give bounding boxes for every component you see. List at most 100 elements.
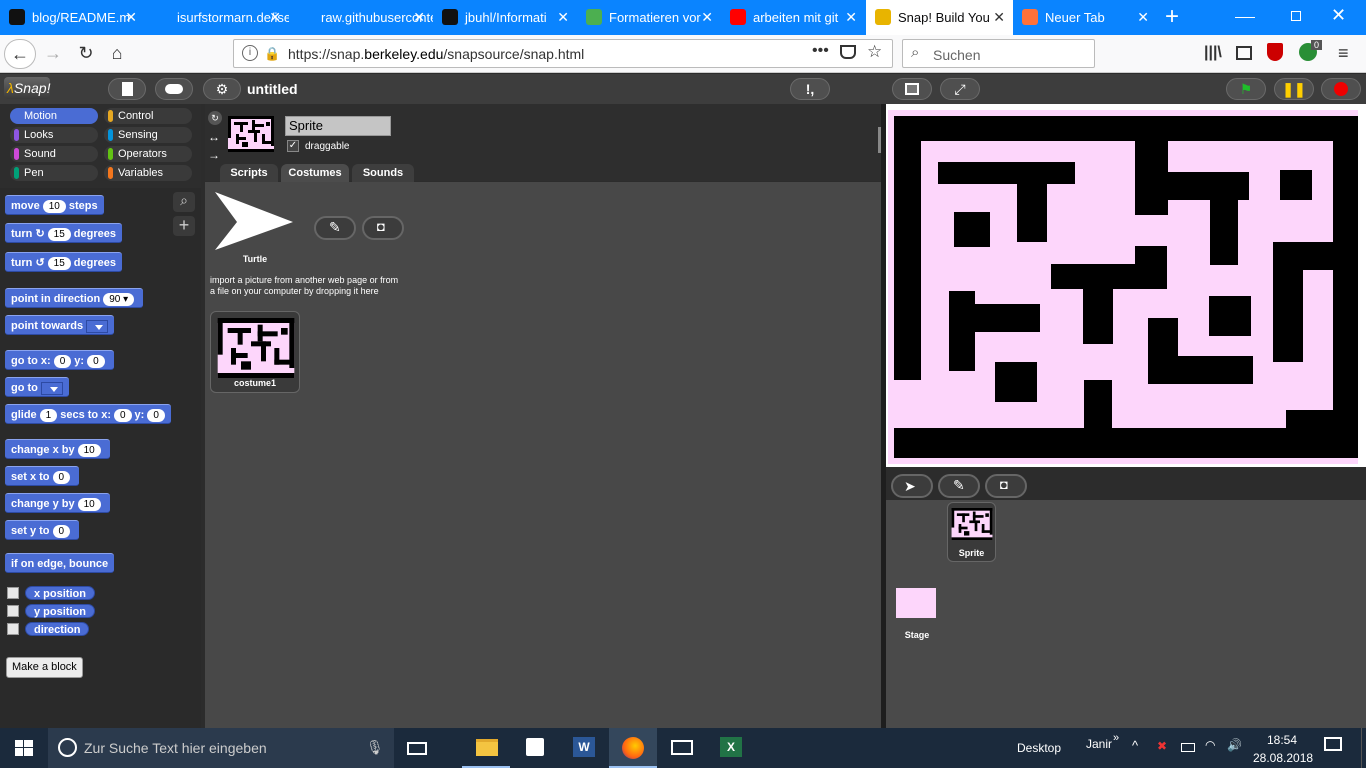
desktop-toolbar-label[interactable]: Desktop	[1017, 741, 1061, 755]
clock-date[interactable]: 28.08.2018	[1253, 751, 1313, 765]
category-control[interactable]: Control	[104, 108, 192, 124]
tab-costumes[interactable]: Costumes	[281, 164, 349, 182]
x-position-watcher-checkbox[interactable]	[7, 587, 19, 599]
add-turtle-sprite-button[interactable]: ➤	[891, 474, 933, 498]
new-tab-button[interactable]: +	[1158, 4, 1186, 32]
browser-tab[interactable]: Snap! Build You ✕	[866, 0, 1013, 35]
taskbar-search-box[interactable]: Zur Suche Text hier eingeben 🎙	[48, 728, 394, 768]
user-toolbar-label[interactable]: Janir	[1086, 737, 1112, 751]
presentation-mode-button[interactable]: ⤢	[940, 78, 980, 100]
settings-menu-button[interactable]: ⚙	[203, 78, 241, 100]
mail-icon[interactable]	[658, 728, 706, 768]
camera-sprite-button[interactable]: ◘	[985, 474, 1027, 498]
direction-reporter[interactable]: direction	[25, 622, 90, 636]
set-y-block[interactable]: set y to 0	[5, 520, 80, 540]
cloud-menu-button[interactable]	[155, 78, 193, 100]
browser-tab[interactable]: blog/README.m ✕	[0, 0, 145, 35]
browser-tab[interactable]: raw.githubuserconte ✕	[289, 0, 433, 35]
pocket-icon[interactable]	[840, 45, 856, 59]
draggable-checkbox[interactable]: ✓	[287, 140, 299, 152]
stage-corral-item[interactable]: Stage	[893, 586, 941, 642]
turn-counterclockwise-block[interactable]: turn ↺ 15 degrees	[5, 252, 122, 272]
rotation-style-left-right-icon[interactable]: ↔	[208, 130, 220, 144]
go-to-xy-block[interactable]: go to x: 0 y: 0	[5, 350, 114, 370]
microphone-icon[interactable]: 🎙	[366, 739, 384, 756]
search-bar[interactable]: ⌕ Suchen	[902, 39, 1095, 68]
x-change-input[interactable]: 10	[77, 443, 101, 457]
bounce-block[interactable]: if on edge, bounce	[5, 553, 115, 573]
steps-input[interactable]: 10	[42, 199, 66, 213]
store-icon[interactable]	[511, 728, 559, 768]
close-window-button[interactable]: ✕	[1331, 5, 1346, 26]
clock-time[interactable]: 18:54	[1267, 733, 1297, 747]
close-tab-icon[interactable]: ✕	[845, 0, 857, 35]
snap-logo[interactable]: λSnap!	[4, 77, 50, 99]
target-dropdown[interactable]	[40, 381, 63, 395]
sprite-name-field[interactable]: Sprite	[285, 116, 391, 136]
close-tab-icon[interactable]: ✕	[413, 0, 425, 35]
stage[interactable]	[888, 110, 1358, 464]
file-explorer-icon[interactable]	[462, 728, 510, 768]
category-sound[interactable]: Sound	[10, 146, 98, 162]
x-position-reporter[interactable]: x position	[25, 586, 95, 600]
green-flag-button[interactable]: ⚑	[1226, 78, 1266, 100]
make-a-block-button[interactable]: Make a block	[6, 657, 83, 678]
direction-input[interactable]: 90 ▾	[103, 292, 135, 306]
degrees-input[interactable]: 15	[47, 256, 71, 270]
browser-tab[interactable]: jbuhl/Informati ✕	[433, 0, 577, 35]
show-desktop-button[interactable]	[1361, 728, 1366, 768]
change-y-block[interactable]: change y by 10	[5, 493, 110, 513]
rotation-style-none-icon[interactable]: →	[208, 148, 220, 162]
seconds-input[interactable]: 1	[39, 408, 58, 422]
minimize-window-button[interactable]	[1235, 10, 1255, 18]
start-button[interactable]	[0, 728, 48, 768]
paint-new-costume-button[interactable]: ✎	[314, 216, 356, 240]
forward-button[interactable]: →	[40, 40, 66, 66]
library-icon[interactable]: |||\	[1204, 44, 1222, 62]
close-tab-icon[interactable]: ✕	[701, 0, 713, 35]
menu-icon[interactable]: ≡	[1338, 43, 1349, 64]
close-tab-icon[interactable]: ✕	[269, 0, 281, 35]
bookmark-star-icon[interactable]: ☆	[867, 42, 882, 62]
category-variables[interactable]: Variables	[104, 165, 192, 181]
show-hidden-icons-chevron[interactable]: ^	[1132, 738, 1138, 753]
excel-icon[interactable]: X	[707, 728, 755, 768]
category-pen[interactable]: Pen	[10, 165, 98, 181]
move-steps-block[interactable]: move 10 steps	[5, 195, 104, 215]
restore-window-button[interactable]	[1291, 11, 1301, 21]
browser-tab[interactable]: Neuer Tab ✕	[1013, 0, 1157, 35]
stage-size-toggle-button[interactable]: !,	[790, 78, 830, 100]
y-input[interactable]: 0	[52, 524, 71, 538]
page-actions-icon[interactable]: •••	[812, 42, 829, 60]
paint-new-sprite-button[interactable]: ✎	[938, 474, 980, 498]
info-icon[interactable]: i	[242, 45, 258, 61]
y-input[interactable]: 0	[87, 354, 105, 368]
stop-button[interactable]	[1321, 78, 1361, 100]
degrees-input[interactable]: 15	[47, 227, 71, 241]
y-change-input[interactable]: 10	[77, 497, 101, 511]
direction-watcher-checkbox[interactable]	[7, 623, 19, 635]
tab-scripts[interactable]: Scripts	[220, 164, 278, 182]
volume-icon[interactable]: 🔊	[1227, 738, 1242, 752]
sidebar-icon[interactable]	[1236, 46, 1252, 60]
y-position-reporter[interactable]: y position	[25, 604, 95, 618]
rotation-style-can-rotate-icon[interactable]: ↻	[208, 111, 222, 125]
x-input[interactable]: 0	[53, 354, 72, 368]
close-tab-icon[interactable]: ✕	[993, 0, 1005, 35]
point-towards-block[interactable]: point towards	[5, 315, 115, 335]
firefox-taskbar-icon[interactable]	[609, 728, 657, 768]
category-operators[interactable]: Operators	[104, 146, 192, 162]
lock-icon[interactable]: 🔒	[264, 46, 280, 62]
x-input[interactable]: 0	[113, 408, 132, 422]
palette-search-button[interactable]: ⌕	[173, 192, 195, 212]
palette-add-block-button[interactable]: +	[173, 216, 195, 236]
category-sensing[interactable]: Sensing	[104, 127, 192, 143]
target-dropdown[interactable]	[86, 319, 109, 333]
pause-button[interactable]: ❚❚	[1274, 78, 1314, 100]
battery-icon[interactable]	[1181, 743, 1195, 752]
file-menu-button[interactable]	[108, 78, 146, 100]
turn-clockwise-block[interactable]: turn ↻ 15 degrees	[5, 223, 122, 243]
network-warning-icon[interactable]: ✖	[1157, 739, 1167, 753]
change-x-block[interactable]: change x by 10	[5, 439, 110, 459]
close-tab-icon[interactable]: ✕	[1137, 0, 1149, 35]
